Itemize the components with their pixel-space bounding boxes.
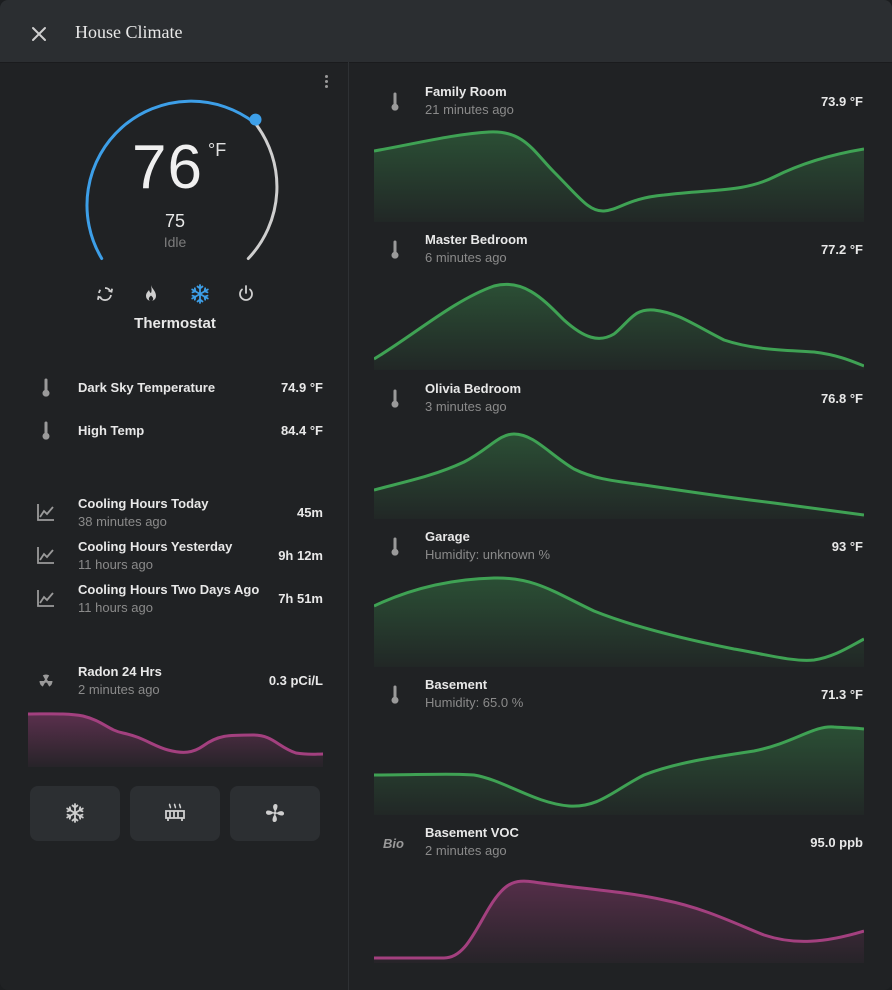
fan-icon xyxy=(265,803,285,823)
radon-sparkline xyxy=(28,712,323,767)
close-icon xyxy=(32,27,46,41)
room-card-family-room[interactable]: Family Room 21 minutes ago 73.9 °F xyxy=(349,62,892,222)
radon-updated: 2 minutes ago xyxy=(78,682,160,697)
dot-icon xyxy=(324,85,328,88)
control-fan-button[interactable] xyxy=(230,786,320,841)
room-value: 73.9 °F xyxy=(820,94,863,109)
room-updated: 2 minutes ago xyxy=(425,843,507,858)
room-value: 93 °F xyxy=(831,539,863,554)
thermometer-icon xyxy=(391,240,399,259)
dot-icon xyxy=(324,75,328,78)
room-history-chart xyxy=(374,282,864,370)
thermometer-icon xyxy=(391,685,399,704)
heat-cool-icon xyxy=(97,287,113,301)
room-name: Master Bedroom xyxy=(425,232,528,247)
mode-off-button[interactable] xyxy=(234,282,258,306)
snowflake-icon xyxy=(66,803,84,823)
room-updated: Humidity: unknown % xyxy=(425,547,550,562)
room-history-chart xyxy=(374,725,864,815)
room-history-chart xyxy=(374,576,864,667)
radioactive-icon xyxy=(39,674,53,687)
room-card-olivia-bedroom[interactable]: Olivia Bedroom 3 minutes ago 76.8 °F xyxy=(349,359,892,519)
thermometer-icon xyxy=(391,92,399,111)
room-name: Garage xyxy=(425,529,470,544)
room-value: 95.0 ppb xyxy=(810,835,863,850)
room-value: 76.8 °F xyxy=(820,391,863,406)
room-updated: 6 minutes ago xyxy=(425,250,507,265)
room-updated: Humidity: 65.0 % xyxy=(425,695,524,710)
snowflake-icon xyxy=(191,284,209,304)
cooling-updated: 38 minutes ago xyxy=(78,514,167,529)
dialog-header: House Climate xyxy=(0,0,892,62)
current-temperature: 76 xyxy=(132,133,203,202)
room-name: Basement VOC xyxy=(425,825,519,840)
room-name: Basement xyxy=(425,677,488,692)
cooling-updated: 11 hours ago xyxy=(78,557,153,572)
cooling-row-today[interactable]: Cooling Hours Today 38 minutes ago 45m xyxy=(0,494,348,534)
cooling-row-two-days-ago[interactable]: Cooling Hours Two Days Ago 11 hours ago … xyxy=(0,580,348,620)
room-card-basement[interactable]: Basement Humidity: 65.0 % 71.3 °F xyxy=(349,655,892,815)
thermometer-icon xyxy=(42,378,50,397)
thermometer-icon xyxy=(391,389,399,408)
cooling-name: Cooling Hours Yesterday xyxy=(78,539,233,554)
room-value: 71.3 °F xyxy=(820,687,863,702)
room-name: Olivia Bedroom xyxy=(425,381,522,396)
sensor-value: 74.9 °F xyxy=(280,380,323,395)
sensor-name: High Temp xyxy=(78,423,145,438)
radiator-icon xyxy=(165,803,185,821)
temperature-unit: °F xyxy=(208,140,227,160)
cooling-value: 7h 51m xyxy=(278,591,323,606)
cooling-value: 9h 12m xyxy=(278,548,323,563)
sensor-row-dark-sky[interactable]: Dark Sky Temperature 74.9 °F xyxy=(0,370,348,410)
bio-icon: Bio xyxy=(383,836,404,851)
left-column: 76 °F 75 Idle Thermostat Dark Sky Temper… xyxy=(0,62,348,990)
thermometer-icon xyxy=(42,421,50,440)
thermometer-icon xyxy=(391,537,399,556)
room-card-basement-voc[interactable]: Bio Basement VOC 2 minutes ago 95.0 ppb xyxy=(349,803,892,963)
dot-icon xyxy=(324,80,328,83)
close-button[interactable] xyxy=(24,19,54,49)
cooling-updated: 11 hours ago xyxy=(78,600,153,615)
climate-dialog: House Climate 76 °F 75 Idle Thermostat D… xyxy=(0,0,892,990)
room-updated: 3 minutes ago xyxy=(425,399,507,414)
room-history-chart xyxy=(374,432,864,519)
fire-icon xyxy=(146,285,156,301)
room-history-chart xyxy=(374,130,864,222)
chart-line-icon xyxy=(37,504,54,521)
sensor-row-high-temp[interactable]: High Temp 84.4 °F xyxy=(0,413,348,453)
cooling-name: Cooling Hours Today xyxy=(78,496,209,511)
room-name: Family Room xyxy=(425,84,507,99)
room-history-chart xyxy=(374,879,864,963)
mode-cool-button[interactable] xyxy=(188,282,212,306)
room-card-master-bedroom[interactable]: Master Bedroom 6 minutes ago 77.2 °F xyxy=(349,210,892,370)
more-options-button[interactable] xyxy=(318,73,334,95)
setpoint-handle xyxy=(249,113,262,126)
mode-heat-button[interactable] xyxy=(139,282,163,306)
thermostat-name: Thermostat xyxy=(134,315,216,332)
cooling-value: 45m xyxy=(296,505,323,520)
room-value: 77.2 °F xyxy=(820,242,863,257)
sensor-value: 84.4 °F xyxy=(280,423,323,438)
control-cool-button[interactable] xyxy=(30,786,120,841)
right-column: Family Room 21 minutes ago 73.9 °F Maste… xyxy=(349,62,892,990)
hvac-state: Idle xyxy=(163,234,187,250)
radon-value: 0.3 pCi/L xyxy=(268,673,323,688)
cooling-name: Cooling Hours Two Days Ago xyxy=(78,582,260,597)
room-updated: 21 minutes ago xyxy=(425,102,514,117)
control-heat-button[interactable] xyxy=(130,786,220,841)
chart-line-icon xyxy=(37,590,54,607)
cooling-row-yesterday[interactable]: Cooling Hours Yesterday 11 hours ago 9h … xyxy=(0,537,348,577)
radon-name: Radon 24 Hrs xyxy=(78,664,162,679)
room-card-garage[interactable]: Garage Humidity: unknown % 93 °F xyxy=(349,507,892,667)
chart-line-icon xyxy=(37,547,54,564)
power-icon xyxy=(239,285,253,301)
sensor-name: Dark Sky Temperature xyxy=(78,380,216,395)
radon-row[interactable]: Radon 24 Hrs 2 minutes ago 0.3 pCi/L xyxy=(0,662,348,702)
target-temperature[interactable]: 75 xyxy=(0,211,350,232)
mode-heat-cool-button[interactable] xyxy=(93,282,117,306)
dialog-title: House Climate xyxy=(75,22,183,42)
